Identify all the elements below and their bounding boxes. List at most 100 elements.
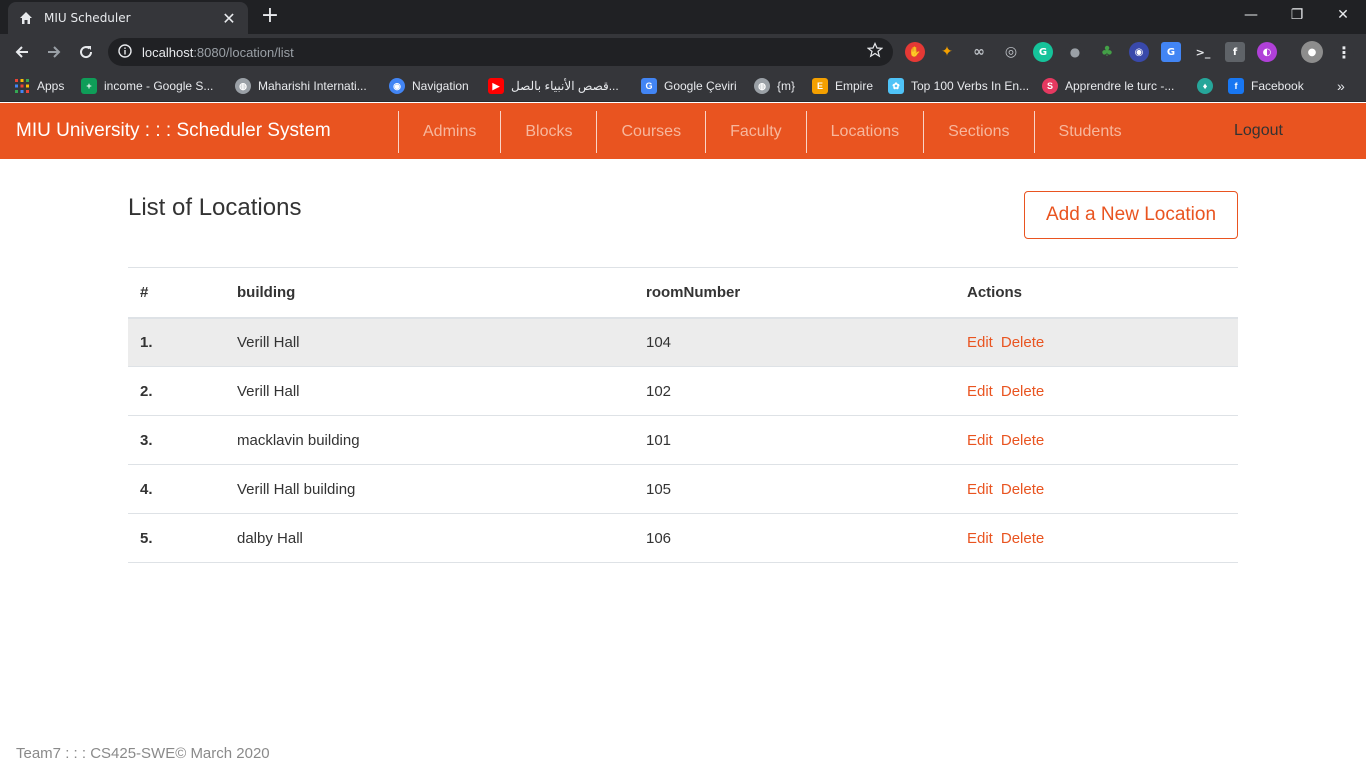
row-building: macklavin building — [225, 415, 634, 465]
extension-terminal-icon[interactable]: >_ — [1193, 42, 1213, 62]
bookmark-google-ceviri[interactable]: G Google Çeviri — [641, 76, 737, 96]
footer-text: Team7 : : : CS425-SWE© March 2020 — [16, 745, 270, 762]
apps-grid-icon — [14, 78, 30, 94]
tab-close-icon[interactable]: ✕ — [220, 9, 238, 28]
leaf-icon: ♦ — [1197, 78, 1213, 94]
bookmark-star-icon[interactable] — [866, 42, 884, 62]
row-actions: Edit Delete — [955, 464, 1238, 514]
table-row: 4. Verill Hall building 105 Edit Delete — [128, 464, 1238, 514]
forward-icon[interactable] — [41, 39, 67, 65]
nav-faculty[interactable]: Faculty — [705, 111, 806, 153]
bookmark-arabic-stories[interactable]: ▶ قصص الأنبياء بالصل... — [488, 76, 619, 96]
edit-link[interactable]: Edit — [967, 334, 993, 351]
bookmark-leaf[interactable]: ♦ — [1197, 76, 1220, 96]
browser-toolbar: localhost:8080/location/list ✋ ✦ ∞ ◎ G ●… — [0, 34, 1366, 70]
back-icon[interactable] — [9, 39, 35, 65]
delete-link[interactable]: Delete — [1001, 334, 1044, 351]
bookmark-maharishi[interactable]: ◍ Maharishi Internati... — [235, 76, 367, 96]
extension-pinwheel-icon[interactable]: ✦ — [937, 42, 957, 62]
minimize-icon[interactable]: — — [1228, 0, 1274, 30]
info-icon[interactable] — [118, 43, 132, 62]
more-bookmarks-icon[interactable]: » — [1337, 76, 1345, 96]
extension-adblock-icon[interactable]: ✋ — [905, 42, 925, 62]
locations-table: # building roomNumber Actions 1. Verill … — [128, 267, 1238, 563]
edit-link[interactable]: Edit — [967, 383, 993, 400]
logout-link[interactable]: Logout — [1234, 103, 1283, 159]
row-actions: Edit Delete — [955, 366, 1238, 416]
puzzle-icon: ✿ — [888, 78, 904, 94]
menu-kebab-icon[interactable]: ⋮ — [1334, 42, 1354, 62]
column-header-number: # — [128, 267, 225, 319]
extension-mic-icon[interactable]: ● — [1065, 42, 1085, 62]
delete-link[interactable]: Delete — [1001, 432, 1044, 449]
row-number: 2. — [128, 366, 225, 416]
extension-grammarly-icon[interactable]: G — [1033, 42, 1053, 62]
row-building: Verill Hall — [225, 366, 634, 416]
nav-sections[interactable]: Sections — [923, 111, 1033, 153]
row-room-number: 102 — [634, 366, 955, 416]
row-room-number: 106 — [634, 513, 955, 563]
delete-link[interactable]: Delete — [1001, 530, 1044, 547]
window-close-icon[interactable]: ✕ — [1320, 0, 1366, 30]
row-number: 4. — [128, 464, 225, 514]
bookmark-facebook[interactable]: f Facebook — [1228, 76, 1304, 96]
tab-title: MIU Scheduler — [44, 11, 131, 25]
table-row: 1. Verill Hall 104 Edit Delete — [128, 317, 1238, 367]
bookmarks-bar: Apps + income - Google S... ◍ Maharishi … — [0, 70, 1366, 102]
bookmark-navigation[interactable]: ◉ Navigation — [389, 76, 469, 96]
facebook-icon: f — [1228, 78, 1244, 94]
add-location-button[interactable]: Add a New Location — [1024, 191, 1238, 239]
edit-link[interactable]: Edit — [967, 530, 993, 547]
column-header-actions: Actions — [955, 267, 1238, 319]
nav-links: Admins Blocks Courses Faculty Locations … — [398, 111, 1146, 153]
row-number: 1. — [128, 317, 225, 367]
row-room-number: 104 — [634, 317, 955, 367]
table-row: 5. dalby Hall 106 Edit Delete — [128, 513, 1238, 563]
edit-link[interactable]: Edit — [967, 432, 993, 449]
browser-tab-strip: MIU Scheduler ✕ + — ❐ ✕ — [0, 0, 1366, 34]
nav-students[interactable]: Students — [1033, 111, 1146, 153]
delete-link[interactable]: Delete — [1001, 383, 1044, 400]
row-actions: Edit Delete — [955, 415, 1238, 465]
browser-tab[interactable]: MIU Scheduler ✕ — [8, 2, 248, 34]
new-tab-icon[interactable]: + — [259, 5, 281, 28]
extension-purple-icon[interactable]: ◐ — [1257, 42, 1277, 62]
globe-icon: ◍ — [754, 78, 770, 94]
row-number: 3. — [128, 415, 225, 465]
extension-tree-icon[interactable]: ♣ — [1097, 42, 1117, 62]
address-bar[interactable]: localhost:8080/location/list — [108, 38, 893, 66]
row-room-number: 105 — [634, 464, 955, 514]
row-building: Verill Hall — [225, 317, 634, 367]
brand-title[interactable]: MIU University : : : Scheduler System — [16, 103, 331, 159]
bookmark-apps[interactable]: Apps — [14, 76, 64, 96]
nav-admins[interactable]: Admins — [398, 111, 500, 153]
row-actions: Edit Delete — [955, 317, 1238, 367]
s-icon: S — [1042, 78, 1058, 94]
bookmark-income[interactable]: + income - Google S... — [81, 76, 213, 96]
bookmark-empire[interactable]: E Empire — [812, 76, 873, 96]
empire-icon: E — [812, 78, 828, 94]
row-room-number: 101 — [634, 415, 955, 465]
row-actions: Edit Delete — [955, 513, 1238, 563]
restore-icon[interactable]: ❐ — [1274, 0, 1320, 30]
column-header-building: building — [225, 267, 634, 319]
app-navbar: MIU University : : : Scheduler System Ad… — [0, 103, 1366, 159]
extension-badge-icon[interactable]: ◉ — [1129, 42, 1149, 62]
reload-icon[interactable] — [73, 39, 99, 65]
nav-courses[interactable]: Courses — [596, 111, 705, 153]
extension-translate-icon[interactable]: G — [1161, 42, 1181, 62]
profile-avatar[interactable]: ● — [1301, 41, 1323, 63]
home-icon — [18, 10, 34, 26]
extension-infinity-icon[interactable]: ∞ — [969, 42, 989, 62]
url-text: localhost:8080/location/list — [142, 44, 294, 60]
youtube-icon: ▶ — [488, 78, 504, 94]
nav-locations[interactable]: Locations — [805, 111, 924, 153]
extension-facebook-icon[interactable]: f — [1225, 42, 1245, 62]
delete-link[interactable]: Delete — [1001, 481, 1044, 498]
edit-link[interactable]: Edit — [967, 481, 993, 498]
bookmark-apprendre-turc[interactable]: S Apprendre le turc -... — [1042, 76, 1174, 96]
extension-circle-icon[interactable]: ◎ — [1001, 42, 1021, 62]
bookmark-top-verbs[interactable]: ✿ Top 100 Verbs In En... — [888, 76, 1029, 96]
nav-blocks[interactable]: Blocks — [500, 111, 596, 153]
bookmark-m[interactable]: ◍ {m} — [754, 76, 795, 96]
